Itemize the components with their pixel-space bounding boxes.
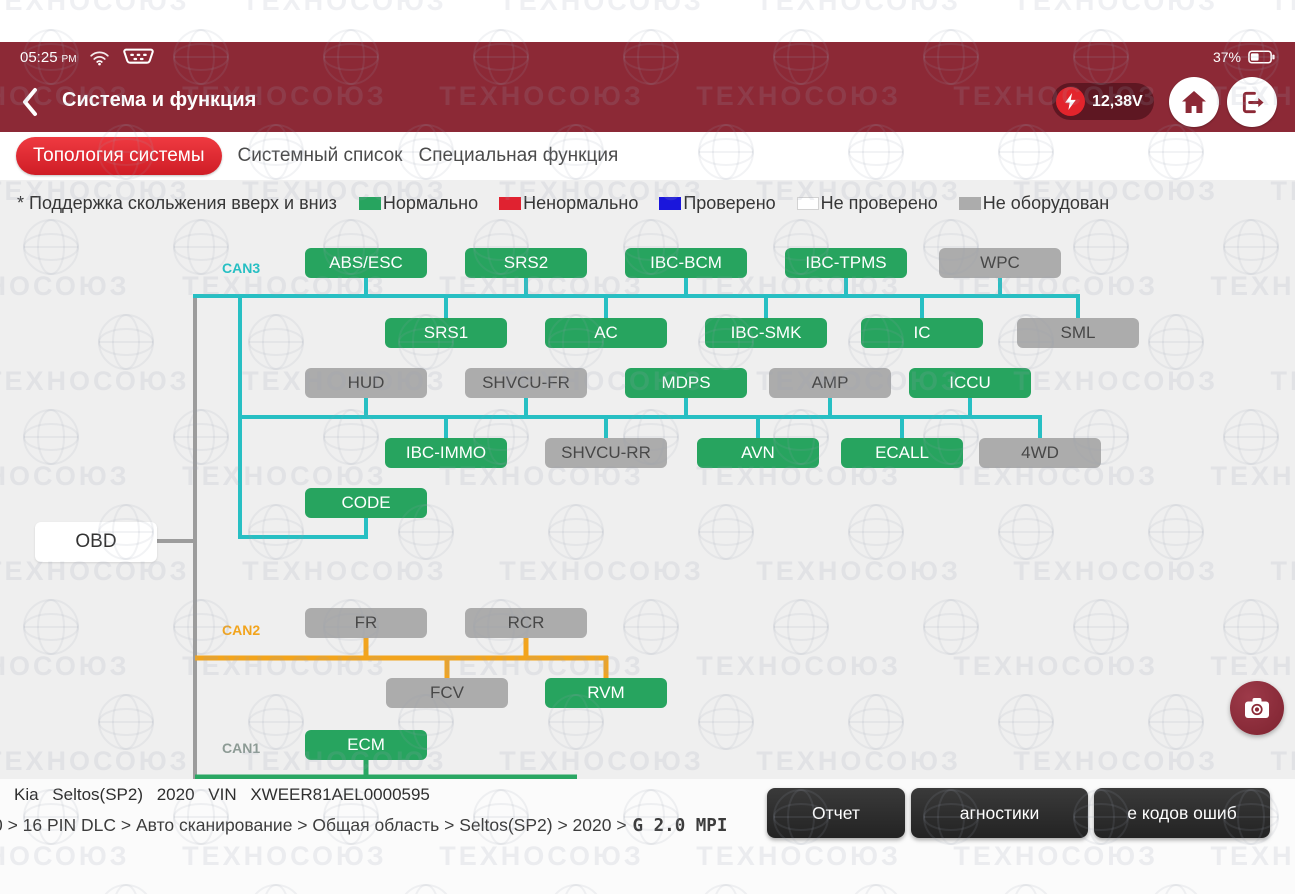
read-dtc-button[interactable]: е кодов ошиб <box>1094 788 1270 838</box>
legend-item-label: Нормально <box>383 193 478 214</box>
legend-item: Ненормально <box>499 193 638 214</box>
diagnostic-app-screen: 05:25 PM 37% <box>0 0 1295 894</box>
module-node-shvcu-fr[interactable]: SHVCU-FR <box>465 368 587 398</box>
module-node-ic[interactable]: IC <box>861 318 983 348</box>
watermark-text-row: ТЕХНОСОЮЗ ТЕХНОСОЮЗ ТЕХНОСОЮЗ ТЕХНОСОЮЗ … <box>0 0 1295 17</box>
module-node-ibc-immo[interactable]: IBC-IMMO <box>385 438 507 468</box>
back-button[interactable] <box>20 87 42 117</box>
legend-item: Не проверено <box>797 193 938 214</box>
page-title: Система и функция <box>62 89 256 112</box>
battery-percent: 37% <box>1213 49 1241 65</box>
module-node-fr[interactable]: FR <box>305 608 427 638</box>
module-node-code[interactable]: CODE <box>305 488 427 518</box>
report-button[interactable]: Отчет <box>767 788 905 838</box>
home-button[interactable] <box>1169 77 1219 127</box>
clock-time: 05:25 <box>20 49 58 66</box>
module-node-sml[interactable]: SML <box>1017 318 1139 348</box>
legend-item-label: Проверено <box>683 193 775 214</box>
legend-color-swatch <box>359 197 381 210</box>
breadcrumb-engine: G 2.0 MPI <box>627 816 728 836</box>
breadcrumb-path: 0 > 16 PIN DLC > Авто сканирование > Общ… <box>0 815 627 835</box>
vehicle-info: Kia Seltos(SP2) 2020 VIN XWEER81AEL00005… <box>14 785 430 805</box>
legend-item: Не оборудован <box>959 193 1109 214</box>
legend-item-label: Ненормально <box>523 193 638 214</box>
legend: * Поддержка скольжения вверх и вниз Норм… <box>17 193 1130 214</box>
module-node-ecm[interactable]: ECM <box>305 730 427 760</box>
legend-color-swatch <box>499 197 521 210</box>
tab-special-function[interactable]: Специальная функция <box>419 145 619 167</box>
camera-icon <box>1244 697 1270 719</box>
wifi-icon <box>89 49 110 66</box>
bus-label-can2: CAN2 <box>222 622 260 638</box>
module-node-srs1[interactable]: SRS1 <box>385 318 507 348</box>
module-node-fcv[interactable]: FCV <box>386 678 508 708</box>
module-node-shvcu-rr[interactable]: SHVCU-RR <box>545 438 667 468</box>
breadcrumb: 0 > 16 PIN DLC > Авто сканирование > Общ… <box>0 815 727 836</box>
module-node-srs2[interactable]: SRS2 <box>465 248 587 278</box>
obd-connector-icon <box>122 48 155 66</box>
module-node-abs-esc[interactable]: ABS/ESC <box>305 248 427 278</box>
legend-item: Проверено <box>659 193 775 214</box>
diagnostics-button[interactable]: агностики <box>911 788 1088 838</box>
module-node-mdps[interactable]: MDPS <box>625 368 747 398</box>
battery-icon <box>1248 50 1275 64</box>
legend-color-swatch <box>959 197 981 210</box>
module-node-ecall[interactable]: ECALL <box>841 438 963 468</box>
legend-item-label: Не проверено <box>821 193 938 214</box>
clock-meridiem: PM <box>62 54 77 65</box>
module-node-iccu[interactable]: ICCU <box>909 368 1031 398</box>
lightning-icon <box>1056 87 1085 116</box>
screenshot-camera-button[interactable] <box>1230 681 1284 735</box>
legend-color-swatch <box>659 197 681 210</box>
tab-strip: Топология системы Системный список Специ… <box>0 132 1295 180</box>
legend-color-swatch <box>797 197 819 210</box>
module-node-ibc-tpms[interactable]: IBC-TPMS <box>785 248 907 278</box>
module-node-4wd[interactable]: 4WD <box>979 438 1101 468</box>
voltage-value: 12,38V <box>1092 93 1143 111</box>
module-node-ibc-bcm[interactable]: IBC-BCM <box>625 248 747 278</box>
module-node-rcr[interactable]: RCR <box>465 608 587 638</box>
exit-button[interactable] <box>1227 77 1277 127</box>
legend-scroll-note: * Поддержка скольжения вверх и вниз <box>17 193 337 214</box>
bus-label-can3: CAN3 <box>222 260 260 276</box>
legend-items: Нормально Ненормально Проверено Не проверен… <box>359 193 1130 214</box>
module-node-hud[interactable]: HUD <box>305 368 427 398</box>
topology-canvas[interactable]: ABS/ESC SRS2 IBC-BCM IBC-TPMS WPC SRS1 AC IBC-S… <box>0 180 1295 779</box>
exit-icon <box>1240 90 1265 115</box>
tab-system-topology[interactable]: Топология системы <box>16 137 222 175</box>
module-node-ac[interactable]: AC <box>545 318 667 348</box>
legend-item: Нормально <box>359 193 478 214</box>
module-node-amp[interactable]: AMP <box>769 368 891 398</box>
legend-item-label: Не оборудован <box>983 193 1109 214</box>
app-header: Система и функция 12,38V <box>0 72 1295 132</box>
module-node-wpc[interactable]: WPC <box>939 248 1061 278</box>
module-node-rvm[interactable]: RVM <box>545 678 667 708</box>
status-bar: 05:25 PM 37% <box>0 42 1295 72</box>
module-node-avn[interactable]: AVN <box>697 438 819 468</box>
battery-voltage-pill[interactable]: 12,38V <box>1052 83 1154 120</box>
home-icon <box>1181 90 1207 114</box>
footer-panel: Kia Seltos(SP2) 2020 VIN XWEER81AEL00005… <box>0 779 1295 894</box>
tab-system-list[interactable]: Системный список <box>238 145 403 167</box>
obd-node: OBD <box>35 522 157 562</box>
module-node-ibc-smk[interactable]: IBC-SMK <box>705 318 827 348</box>
bus-label-can1: CAN1 <box>222 740 260 756</box>
